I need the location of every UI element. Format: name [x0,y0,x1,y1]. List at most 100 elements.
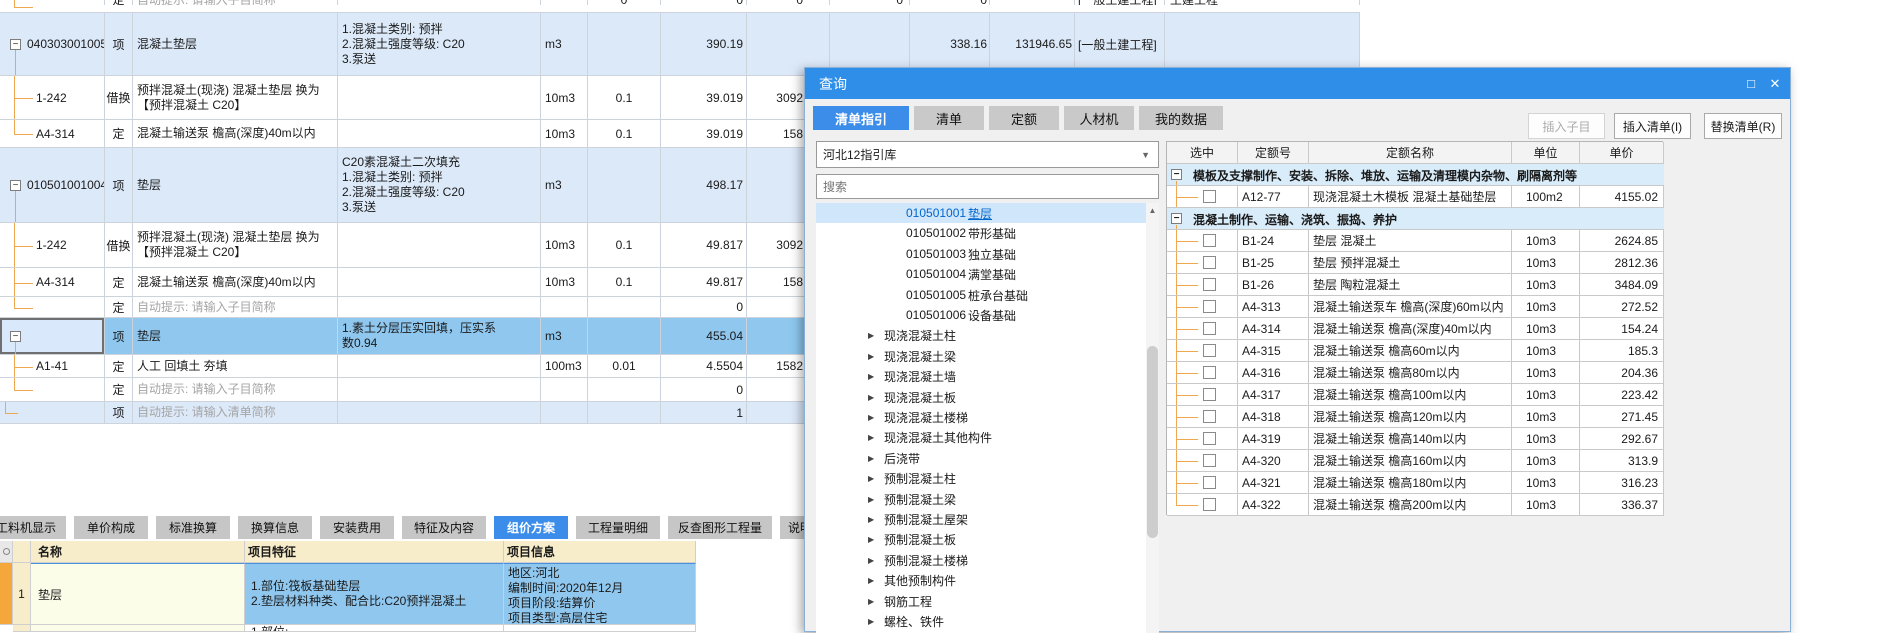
tree-expand-icon[interactable]: ▶ [868,393,884,402]
row-checkbox[interactable] [1203,366,1216,379]
quota-row[interactable]: A4-316混凝土输送泵 檐高80m以内10m3204.36 [1167,362,1664,384]
dialog-titlebar[interactable]: 查询 □ ✕ [805,68,1790,99]
row-checkbox[interactable] [1203,454,1216,467]
quota-row[interactable]: A4-321混凝土输送泵 檐高180m以内10m3316.23 [1167,472,1664,494]
tree-branch-item[interactable]: ▶预制混凝土楼梯 [816,550,1146,570]
bottom-tab-3[interactable]: 标准换算 [156,516,230,539]
row-checkbox[interactable] [1203,498,1216,511]
expand-minus-icon[interactable]: − [1171,213,1182,224]
quota-row[interactable]: A4-320混凝土输送泵 檐高160m以内10m3313.9 [1167,450,1664,472]
quota-row[interactable]: A4-317混凝土输送泵 檐高100m以内10m3223.42 [1167,384,1664,406]
scroll-up-icon[interactable]: ▲ [1146,203,1159,218]
tree-branch-item[interactable]: ▶预制混凝土梁 [816,489,1146,509]
row-select-strip[interactable] [0,563,13,625]
row-checkbox[interactable] [1203,344,1216,357]
tree-expand-icon[interactable]: ▶ [868,515,884,524]
quota-row[interactable]: A4-319混凝土输送泵 檐高140m以内10m3292.67 [1167,428,1664,450]
expand-minus-icon[interactable]: − [10,180,21,191]
row-checkbox[interactable] [1203,322,1216,335]
expand-minus-icon[interactable]: − [1171,169,1182,180]
tree-branch-item[interactable]: ▶现浇混凝土板 [816,387,1146,407]
replace-list-button[interactable]: 替换清单(R) [1704,113,1782,139]
expand-minus-icon[interactable]: − [10,331,21,342]
quota-row[interactable]: B1-24垫层 混凝土10m32624.85 [1167,230,1664,252]
cell-name[interactable]: 垫层 [31,563,245,625]
tree-branch-item[interactable]: ▶现浇混凝土楼梯 [816,407,1146,427]
tree-expand-icon[interactable]: ▶ [868,495,884,504]
maximize-icon[interactable]: □ [1738,68,1764,99]
tree-expand-icon[interactable]: ▶ [868,372,884,381]
tree-expand-icon[interactable]: ▶ [868,413,884,422]
quota-row[interactable]: A4-322混凝土输送泵 檐高200m以内10m3336.37 [1167,494,1664,516]
dialog-tab-5[interactable]: 我的数据 [1139,106,1223,130]
tree-branch-item[interactable]: ▶后浇带 [816,448,1146,468]
tree-expand-icon[interactable]: ▶ [868,474,884,483]
row-checkbox[interactable] [1203,300,1216,313]
quota-group-row[interactable]: −模板及支撑制作、安装、拆除、堆放、运输及清理模内杂物、刷隔离剂等 [1167,164,1664,186]
bottom-tab-2[interactable]: 单价构成 [74,516,148,539]
quota-row[interactable]: A4-313混凝土输送泵车 檐高(深度)60m以内10m3272.52 [1167,296,1664,318]
tree-leaf-item[interactable]: 010501002带形基础 [816,223,1146,243]
grid-row[interactable]: 定自动提示: 请输入子目简称00000[一般土建工程]土建工程 [0,0,1360,13]
tree-branch-item[interactable]: ▶其他预制构件 [816,570,1146,590]
quota-row[interactable]: B1-26垫层 陶粒混凝土10m33484.09 [1167,274,1664,296]
bottom-tab-1[interactable]: 工料机显示 [0,516,66,539]
row-checkbox[interactable] [1203,432,1216,445]
bottom-tab-7[interactable]: 组价方案 [494,516,568,539]
row-checkbox[interactable] [1203,234,1216,247]
search-input[interactable] [816,174,1159,199]
row-checkbox[interactable] [1203,256,1216,269]
cell-info[interactable]: 地区:河北 编制时间:2020年12月 项目阶段:结算价 项目类型:高层住宅 [504,563,696,625]
row-checkbox[interactable] [1203,190,1216,203]
tree-expand-icon[interactable]: ▶ [868,535,884,544]
bottom-tab-9[interactable]: 反查图形工程量 [668,516,772,539]
library-dropdown[interactable]: 河北12指引库 ▼ [816,141,1159,168]
tree-expand-icon[interactable]: ▶ [868,576,884,585]
row-checkbox[interactable] [1203,388,1216,401]
tree-leaf-item[interactable]: 010501001垫层 [816,203,1146,223]
tree-branch-item[interactable]: ▶现浇混凝土墙 [816,366,1146,386]
quota-row[interactable]: B1-25垫层 预拌混凝土10m32812.36 [1167,252,1664,274]
tree-expand-icon[interactable]: ▶ [868,433,884,442]
close-icon[interactable]: ✕ [1762,68,1788,99]
bottom-tab-4[interactable]: 换算信息 [238,516,312,539]
tree-expand-icon[interactable]: ▶ [868,617,884,626]
cell-feature[interactable]: 1.部位:筏板基础垫层 2.垫层材料种类、配合比:C20预拌混凝土 [245,563,504,625]
tree-expand-icon[interactable]: ▶ [868,454,884,463]
bottom-tab-8[interactable]: 工程量明细 [576,516,660,539]
tree-branch-item[interactable]: ▶螺栓、铁件 [816,611,1146,631]
tree-leaf-item[interactable]: 010501005桩承台基础 [816,285,1146,305]
quota-group-row[interactable]: −混凝土制作、运输、浇筑、振捣、养护 [1167,208,1664,230]
tree-expand-icon[interactable]: ▶ [868,556,884,565]
row-checkbox[interactable] [1203,476,1216,489]
quota-row[interactable]: A4-315混凝土输送泵 檐高60m以内10m3185.3 [1167,340,1664,362]
dialog-tab-3[interactable]: 定额 [989,106,1059,130]
quota-row[interactable]: A4-318混凝土输送泵 檐高120m以内10m3271.45 [1167,406,1664,428]
quota-row[interactable]: A12-77现浇混凝土木模板 混凝土基础垫层100m24155.02 [1167,186,1664,208]
tree-expand-icon[interactable]: ▶ [868,331,884,340]
tree-branch-item[interactable]: ▶现浇混凝土梁 [816,346,1146,366]
bottom-tab-5[interactable]: 安装费用 [320,516,394,539]
tree-leaf-item[interactable]: 010501006设备基础 [816,305,1146,325]
dialog-tab-4[interactable]: 人材机 [1064,106,1134,130]
tree-leaf-item[interactable]: 010501004满堂基础 [816,264,1146,284]
dialog-tab-1[interactable]: 清单指引 [813,106,909,130]
tree-branch-item[interactable]: ▶预制混凝土板 [816,529,1146,549]
quota-row[interactable]: A4-314混凝土输送泵 檐高(深度)40m以内10m3154.24 [1167,318,1664,340]
scrollbar-thumb[interactable] [1147,346,1158,538]
dialog-tab-2[interactable]: 清单 [914,106,984,130]
insert-list-button[interactable]: 插入清单(I) [1614,113,1691,139]
tree-branch-item[interactable]: ▶现浇混凝土柱 [816,325,1146,345]
tree-expand-icon[interactable]: ▶ [868,352,884,361]
row-checkbox[interactable] [1203,278,1216,291]
tree-leaf-item[interactable]: 010501003独立基础 [816,244,1146,264]
row-checkbox[interactable] [1203,410,1216,423]
tree-scrollbar[interactable]: ▲ [1146,203,1159,633]
expand-minus-icon[interactable]: − [10,39,21,50]
tree-branch-item[interactable]: ▶预制混凝土柱 [816,468,1146,488]
tree-branch-item[interactable]: ▶现浇混凝土其他构件 [816,427,1146,447]
tree-branch-item[interactable]: ▶钢筋工程 [816,591,1146,611]
bottom-tab-6[interactable]: 特征及内容 [402,516,486,539]
tree-branch-item[interactable]: ▶预制混凝土屋架 [816,509,1146,529]
tree-expand-icon[interactable]: ▶ [868,597,884,606]
